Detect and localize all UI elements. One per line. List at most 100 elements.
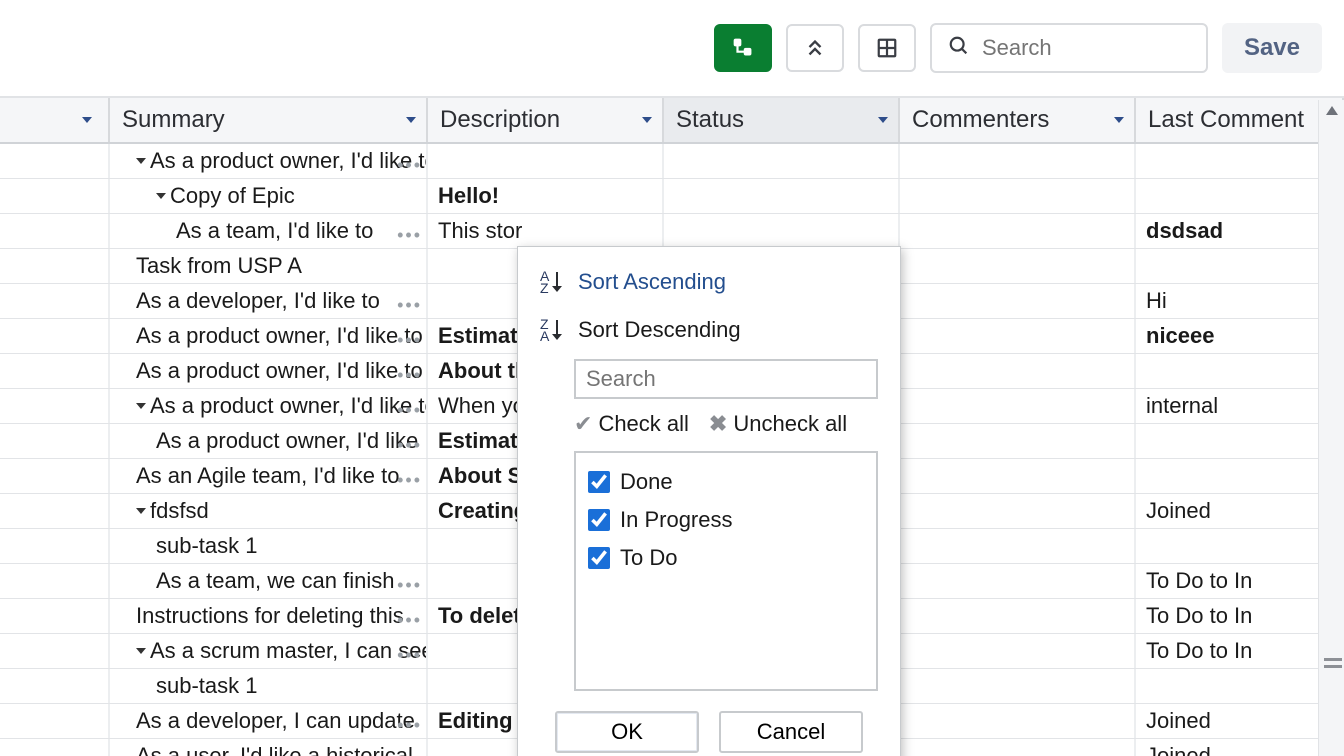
grid-view-button[interactable] bbox=[858, 24, 916, 72]
scroll-up-icon[interactable] bbox=[1326, 106, 1338, 115]
caret-down-icon[interactable] bbox=[136, 403, 146, 409]
commenters-cell[interactable] bbox=[900, 459, 1136, 493]
more-icon[interactable]: ••• bbox=[397, 435, 422, 456]
more-icon[interactable]: ••• bbox=[397, 330, 422, 351]
more-icon[interactable]: ••• bbox=[397, 155, 422, 176]
last-comment-cell[interactable]: To Do to In bbox=[1136, 564, 1344, 598]
commenters-cell[interactable] bbox=[900, 389, 1136, 423]
last-comment-cell[interactable]: Joined bbox=[1136, 494, 1344, 528]
summary-cell[interactable]: As a team, we can finish••• bbox=[110, 564, 428, 598]
last-comment-cell[interactable]: To Do to In bbox=[1136, 634, 1344, 668]
more-icon[interactable]: ••• bbox=[397, 575, 422, 596]
last-comment-cell[interactable] bbox=[1136, 669, 1344, 703]
more-icon[interactable]: ••• bbox=[397, 750, 422, 756]
last-comment-cell[interactable] bbox=[1136, 424, 1344, 458]
caret-down-icon[interactable] bbox=[136, 508, 146, 514]
table-row[interactable]: As a team, I'd like to•••This stor dsdsad bbox=[0, 214, 1344, 249]
last-comment-cell[interactable]: Joined bbox=[1136, 739, 1344, 756]
last-comment-cell[interactable]: To Do to In bbox=[1136, 599, 1344, 633]
table-row[interactable]: Copy of EpicHello! bbox=[0, 179, 1344, 214]
dropdown-icon[interactable] bbox=[874, 111, 892, 129]
dropdown-icon[interactable] bbox=[78, 111, 96, 129]
description-cell[interactable]: This stor bbox=[428, 214, 664, 248]
commenters-cell[interactable] bbox=[900, 214, 1136, 248]
caret-down-icon[interactable] bbox=[156, 193, 166, 199]
summary-cell[interactable]: As an Agile team, I'd like to••• bbox=[110, 459, 428, 493]
filter-checkbox[interactable] bbox=[588, 471, 610, 493]
uncheck-all[interactable]: ✖ Uncheck all bbox=[709, 411, 847, 437]
scroll-thumb[interactable] bbox=[1324, 658, 1342, 672]
summary-cell[interactable]: As a product owner, I'd like to••• bbox=[110, 389, 428, 423]
commenters-cell[interactable] bbox=[900, 739, 1136, 756]
commenters-cell[interactable] bbox=[900, 564, 1136, 598]
commenters-cell[interactable] bbox=[900, 669, 1136, 703]
col-description[interactable]: Description bbox=[428, 98, 664, 142]
commenters-cell[interactable] bbox=[900, 704, 1136, 738]
last-comment-cell[interactable]: internal bbox=[1136, 389, 1344, 423]
sort-descending[interactable]: ZA Sort Descending bbox=[536, 309, 882, 357]
ok-button[interactable]: OK bbox=[555, 711, 699, 753]
filter-option[interactable]: In Progress bbox=[588, 501, 864, 539]
last-comment-cell[interactable]: Hi bbox=[1136, 284, 1344, 318]
last-comment-cell[interactable]: niceee bbox=[1136, 319, 1344, 353]
tree-view-button[interactable] bbox=[714, 24, 772, 72]
status-cell[interactable] bbox=[664, 144, 900, 178]
summary-cell[interactable]: As a product owner, I'd like••• bbox=[110, 424, 428, 458]
vertical-scrollbar[interactable] bbox=[1318, 100, 1344, 756]
description-cell[interactable] bbox=[428, 144, 664, 178]
summary-cell[interactable]: As a user, I'd like a historical••• bbox=[110, 739, 428, 756]
last-comment-cell[interactable] bbox=[1136, 354, 1344, 388]
status-cell[interactable] bbox=[664, 214, 900, 248]
more-icon[interactable]: ••• bbox=[397, 295, 422, 316]
commenters-cell[interactable] bbox=[900, 144, 1136, 178]
col-summary[interactable]: Summary bbox=[110, 98, 428, 142]
summary-cell[interactable]: sub-task 1 bbox=[110, 669, 428, 703]
caret-down-icon[interactable] bbox=[136, 648, 146, 654]
summary-cell[interactable]: Task from USP A bbox=[110, 249, 428, 283]
collapse-all-button[interactable] bbox=[786, 24, 844, 72]
more-icon[interactable]: ••• bbox=[397, 715, 422, 736]
last-comment-cell[interactable] bbox=[1136, 529, 1344, 563]
commenters-cell[interactable] bbox=[900, 424, 1136, 458]
summary-cell[interactable]: As a product owner, I'd like to••• bbox=[110, 354, 428, 388]
last-comment-cell[interactable]: Joined bbox=[1136, 704, 1344, 738]
more-icon[interactable]: ••• bbox=[397, 400, 422, 421]
summary-cell[interactable]: As a product owner, I'd like to••• bbox=[110, 319, 428, 353]
check-all[interactable]: ✔ Check all bbox=[574, 411, 689, 437]
commenters-cell[interactable] bbox=[900, 179, 1136, 213]
save-button[interactable]: Save bbox=[1222, 23, 1322, 73]
filter-checkbox[interactable] bbox=[588, 509, 610, 531]
summary-cell[interactable]: As a product owner, I'd like to••• bbox=[110, 144, 428, 178]
description-cell[interactable]: Hello! bbox=[428, 179, 664, 213]
summary-cell[interactable]: As a scrum master, I can see••• bbox=[110, 634, 428, 668]
col-status[interactable]: Status bbox=[664, 98, 900, 142]
commenters-cell[interactable] bbox=[900, 494, 1136, 528]
col-expander[interactable] bbox=[0, 98, 110, 142]
summary-cell[interactable]: As a developer, I can update••• bbox=[110, 704, 428, 738]
more-icon[interactable]: ••• bbox=[397, 365, 422, 386]
summary-cell[interactable]: fdsfsd bbox=[110, 494, 428, 528]
search-input[interactable] bbox=[982, 35, 1190, 61]
cancel-button[interactable]: Cancel bbox=[719, 711, 863, 753]
commenters-cell[interactable] bbox=[900, 249, 1136, 283]
summary-cell[interactable]: As a team, I'd like to••• bbox=[110, 214, 428, 248]
summary-cell[interactable]: Copy of Epic bbox=[110, 179, 428, 213]
dropdown-icon[interactable] bbox=[638, 111, 656, 129]
commenters-cell[interactable] bbox=[900, 319, 1136, 353]
dropdown-icon[interactable] bbox=[402, 111, 420, 129]
more-icon[interactable]: ••• bbox=[397, 645, 422, 666]
col-commenters[interactable]: Commenters bbox=[900, 98, 1136, 142]
last-comment-cell[interactable]: dsdsad bbox=[1136, 214, 1344, 248]
commenters-cell[interactable] bbox=[900, 529, 1136, 563]
summary-cell[interactable]: As a developer, I'd like to••• bbox=[110, 284, 428, 318]
commenters-cell[interactable] bbox=[900, 634, 1136, 668]
commenters-cell[interactable] bbox=[900, 599, 1136, 633]
filter-search-input[interactable] bbox=[574, 359, 878, 399]
search-box[interactable] bbox=[930, 23, 1208, 73]
status-cell[interactable] bbox=[664, 179, 900, 213]
last-comment-cell[interactable] bbox=[1136, 459, 1344, 493]
dropdown-icon[interactable] bbox=[1110, 111, 1128, 129]
caret-down-icon[interactable] bbox=[136, 158, 146, 164]
last-comment-cell[interactable] bbox=[1136, 179, 1344, 213]
more-icon[interactable]: ••• bbox=[397, 470, 422, 491]
